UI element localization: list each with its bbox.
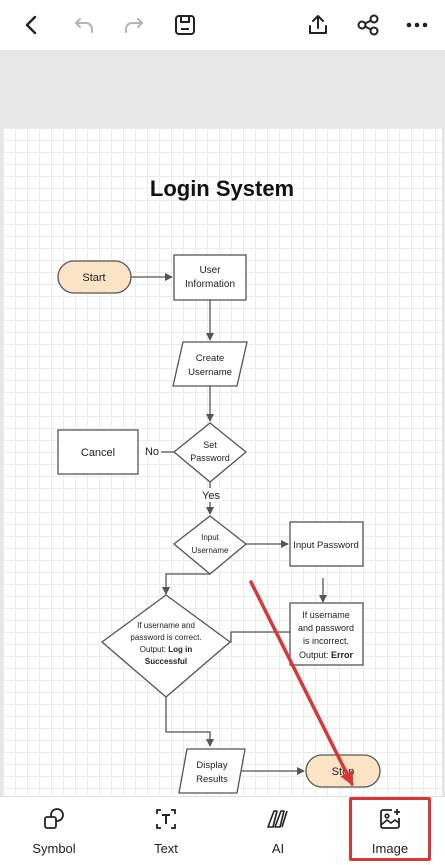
input-username-decision[interactable] xyxy=(172,515,248,575)
top-toolbar xyxy=(0,0,445,50)
create-username-shape[interactable] xyxy=(172,341,248,387)
export-icon[interactable] xyxy=(300,7,336,43)
correct-line4: Successful xyxy=(145,657,187,666)
display-results-line1: Display xyxy=(196,760,227,771)
symbol-icon xyxy=(42,807,66,836)
save-icon[interactable] xyxy=(167,7,203,43)
text-icon xyxy=(154,807,178,836)
text-tool[interactable]: Text xyxy=(132,797,200,865)
more-icon[interactable] xyxy=(399,7,435,43)
correct-line2: password is correct. xyxy=(130,633,201,642)
symbol-label: Symbol xyxy=(32,840,76,856)
correct-line1: If username and xyxy=(137,621,195,630)
canvas-margin xyxy=(0,50,445,128)
correct-line3: Output: Log in xyxy=(140,645,193,654)
back-icon[interactable] xyxy=(14,7,50,43)
connector-correct-display xyxy=(165,697,214,747)
correct-output-value: Log in xyxy=(168,645,192,654)
yes-label: Yes xyxy=(202,490,220,502)
share-icon[interactable] xyxy=(350,7,386,43)
canvas-area[interactable]: Login System Start User Information Crea… xyxy=(0,128,445,796)
incorrect-line4: Output: Error xyxy=(299,650,354,660)
input-username-line1: Input xyxy=(201,533,220,542)
user-info-line1: User xyxy=(199,265,221,276)
create-username-line2: Username xyxy=(188,367,232,378)
correct-output-prefix: Output: xyxy=(140,645,168,654)
display-results-shape[interactable] xyxy=(178,748,246,794)
input-password-label: Input Password xyxy=(293,540,358,551)
ai-icon xyxy=(265,807,291,836)
user-information-box[interactable] xyxy=(173,254,247,301)
flowchart: Login System Start User Information Crea… xyxy=(57,176,381,794)
cancel-label: Cancel xyxy=(81,447,115,459)
create-username-line1: Create xyxy=(196,353,225,364)
start-label: Start xyxy=(82,272,105,284)
ai-tool[interactable]: AI xyxy=(244,797,312,865)
incorrect-line1: If username xyxy=(302,610,350,620)
ai-label: AI xyxy=(271,840,285,856)
input-username-line2: Username xyxy=(192,546,229,555)
text-label: Text xyxy=(154,840,178,856)
diagram-title: Login System xyxy=(150,176,294,201)
set-password-line2: Password xyxy=(190,453,230,463)
incorrect-line3: is incorrect. xyxy=(303,636,349,646)
image-tool-highlight xyxy=(349,797,431,861)
undo-icon[interactable] xyxy=(66,7,102,43)
incorrect-output-prefix: Output: xyxy=(299,650,331,660)
user-info-line2: Information xyxy=(185,279,235,290)
redo-icon[interactable] xyxy=(116,7,152,43)
no-label: No xyxy=(145,446,159,458)
display-results-line2: Results xyxy=(196,774,228,785)
diagram-page[interactable]: Login System Start User Information Crea… xyxy=(3,128,442,796)
incorrect-line2: and password xyxy=(298,623,354,633)
symbol-tool[interactable]: Symbol xyxy=(20,797,88,865)
set-password-line1: Set xyxy=(203,440,217,450)
incorrect-output-value: Error xyxy=(331,650,354,660)
